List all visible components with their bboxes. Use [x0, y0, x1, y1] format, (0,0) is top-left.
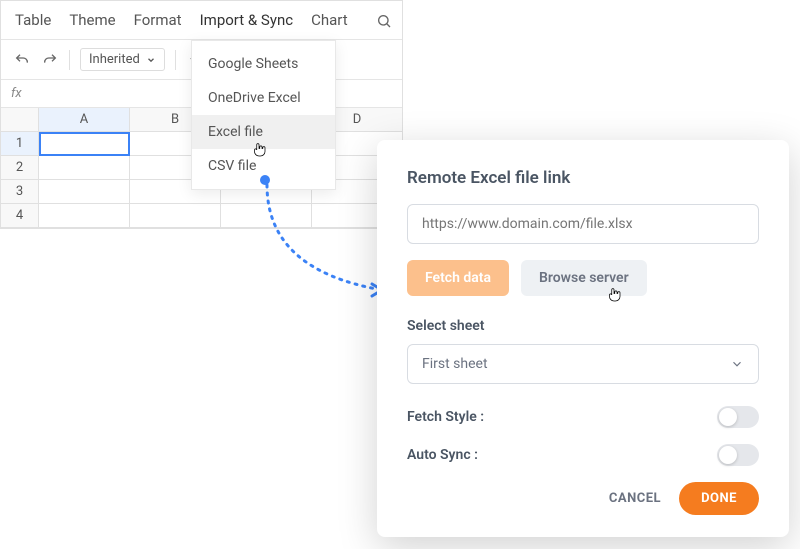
auto-sync-label: Auto Sync : [407, 447, 478, 463]
cursor-hand-icon [605, 286, 623, 304]
search-icon[interactable] [376, 13, 392, 33]
import-dialog: Remote Excel file link Fetch data Browse… [377, 140, 789, 537]
select-sheet-label: Select sheet [407, 318, 759, 334]
sheet-select-value: First sheet [422, 356, 488, 372]
auto-sync-toggle[interactable] [717, 444, 759, 466]
font-select-value: Inherited [89, 52, 140, 67]
cell-selected[interactable] [39, 132, 130, 156]
done-button[interactable]: DONE [679, 482, 759, 515]
row-header[interactable]: 1 [1, 132, 39, 156]
cell[interactable] [39, 156, 130, 180]
cell[interactable] [221, 204, 312, 228]
fx-label: fx [11, 86, 22, 101]
button-row: Fetch data Browse server [407, 260, 759, 296]
fetch-data-button[interactable]: Fetch data [407, 260, 509, 296]
cell[interactable] [39, 204, 130, 228]
sheet-select[interactable]: First sheet [407, 344, 759, 384]
dropdown-item-label: Excel file [208, 124, 263, 140]
connector-dot [260, 175, 270, 185]
col-header[interactable]: A [39, 108, 130, 132]
cell[interactable] [39, 180, 130, 204]
row-header[interactable]: 2 [1, 156, 39, 180]
dialog-title: Remote Excel file link [407, 168, 759, 188]
dropdown-item-excel-file[interactable]: Excel file [192, 115, 335, 149]
row-header[interactable]: 4 [1, 204, 39, 228]
auto-sync-row: Auto Sync : [407, 444, 759, 466]
url-input[interactable] [407, 204, 759, 244]
menubar: Table Theme Format Import & Sync Chart [1, 1, 402, 40]
separator [69, 50, 70, 70]
fetch-style-label: Fetch Style : [407, 409, 484, 425]
browse-label: Browse server [539, 270, 629, 286]
fetch-style-toggle[interactable] [717, 406, 759, 428]
browse-server-button[interactable]: Browse server [521, 260, 647, 296]
import-dropdown: Google Sheets OneDrive Excel Excel file … [191, 40, 336, 190]
dropdown-item-onedrive-excel[interactable]: OneDrive Excel [192, 81, 335, 115]
chevron-down-icon [146, 55, 156, 65]
menu-table[interactable]: Table [15, 11, 51, 29]
menu-format[interactable]: Format [134, 11, 182, 29]
separator [175, 50, 176, 70]
redo-icon[interactable] [41, 51, 59, 69]
cell[interactable] [130, 204, 221, 228]
row-header[interactable]: 3 [1, 180, 39, 204]
dialog-footer: CANCEL DONE [407, 482, 759, 515]
corner-cell[interactable] [1, 108, 39, 132]
menu-import-sync[interactable]: Import & Sync [200, 11, 293, 29]
undo-icon[interactable] [13, 51, 31, 69]
cancel-button[interactable]: CANCEL [609, 491, 661, 506]
fetch-style-row: Fetch Style : [407, 406, 759, 428]
chevron-down-icon [730, 357, 744, 371]
font-select[interactable]: Inherited [80, 48, 165, 71]
menu-chart[interactable]: Chart [311, 11, 348, 29]
dropdown-item-google-sheets[interactable]: Google Sheets [192, 47, 335, 81]
menu-theme[interactable]: Theme [69, 11, 115, 29]
